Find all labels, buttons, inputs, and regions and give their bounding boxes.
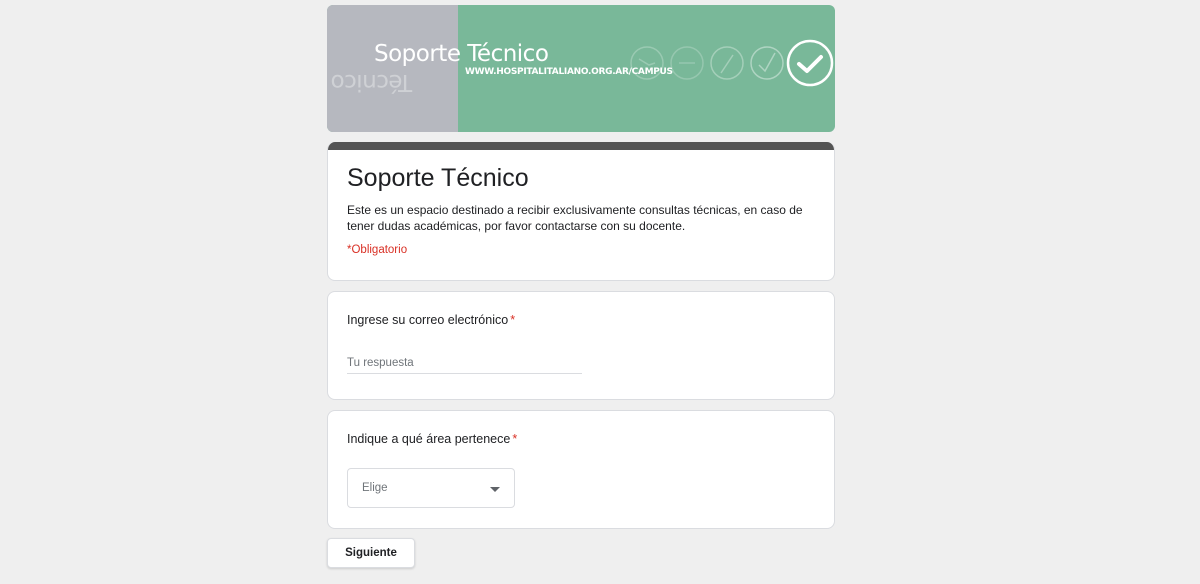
header-accent-bar [328,142,834,150]
question-area-card: Indique a qué área pertenece * Elige [327,410,835,529]
form-header-card: Soporte Técnico Este es un espacio desti… [327,142,835,281]
question-area-text: Indique a qué área pertenece [347,432,511,446]
question-area-label: Indique a qué área pertenece * [347,432,517,446]
banner-circle-icon [710,46,744,80]
page-title: Soporte Técnico [347,164,529,192]
email-input[interactable] [347,352,582,374]
area-dropdown[interactable]: Elige [347,468,515,508]
checkmark-icon [786,39,834,87]
banner-circle-icon [630,46,664,80]
area-dropdown-value: Elige [362,482,388,494]
banner-circle-icon [670,46,704,80]
question-email-text: Ingrese su correo electrónico [347,313,509,327]
banner-title: Soporte Técnico [374,41,549,67]
question-email-card: Ingrese su correo electrónico * [327,291,835,400]
banner-circle-icon [750,46,784,80]
next-button[interactable]: Siguiente [327,538,415,568]
header-banner: Técnico Soporte Técnico WWW.HOSPITALITAL… [327,5,835,132]
form-description: Este es un espacio destinado a recibir e… [347,203,803,233]
question-email-label: Ingrese su correo electrónico * [347,313,515,327]
required-note: *Obligatorio [347,244,408,256]
required-star: * [512,432,518,446]
required-star: * [510,313,516,327]
banner-circle-icons [630,39,834,87]
banner-mirror-text: Técnico [331,69,413,95]
form-container: Técnico Soporte Técnico WWW.HOSPITALITAL… [327,5,835,529]
chevron-down-icon [490,486,500,492]
